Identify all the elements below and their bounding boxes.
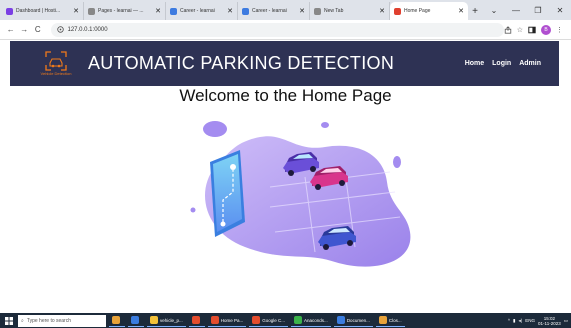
tab-favicon-icon: [6, 7, 13, 15]
taskbar-app[interactable]: Anaconds...: [291, 315, 331, 327]
tab-favicon-icon: [170, 7, 177, 15]
search-placeholder: Type here to search: [26, 317, 72, 324]
tab-title: Dashboard | Hosti...: [16, 8, 61, 14]
system-tray: ^ ▮ ◂) ENG 15:02 01-11-2023 ▭: [508, 316, 571, 326]
tab-search-icon[interactable]: ⌄: [483, 6, 505, 15]
tab-favicon-icon: [394, 7, 401, 15]
notification-icon[interactable]: ▭: [564, 318, 568, 324]
tab-title: New Tab: [324, 8, 344, 14]
browser-tab[interactable]: Career - learnai ✕: [238, 2, 310, 20]
close-icon[interactable]: ✕: [379, 7, 385, 15]
taskbar-app[interactable]: Google C...: [249, 315, 289, 327]
taskbar-app[interactable]: Clos...: [375, 315, 405, 327]
browser-tab[interactable]: Dashboard | Hosti... ✕: [2, 2, 84, 20]
tab-title: Pages - learnai — ...: [98, 8, 144, 14]
site-brand-title: AUTOMATIC PARKING DETECTION: [88, 53, 395, 73]
taskbar-app[interactable]: vehicle_p...: [147, 315, 186, 327]
tab-title: Career - learnai: [180, 8, 215, 14]
minimize-icon[interactable]: —: [505, 6, 527, 15]
chrome-icon: [252, 316, 261, 324]
site-info-icon[interactable]: [56, 26, 64, 33]
browser-tab[interactable]: Pages - learnai — ... ✕: [84, 2, 166, 20]
clock-date: 01-11-2023: [538, 320, 561, 326]
taskbar-app[interactable]: [128, 315, 144, 327]
logo-text: Vehicle Detection: [40, 71, 72, 76]
profile-avatar[interactable]: B: [541, 24, 552, 35]
chrome-icon: [210, 316, 219, 324]
volume-icon[interactable]: ◂): [519, 318, 523, 324]
site-logo[interactable]: Vehicle Detection: [32, 44, 80, 84]
document-icon: [336, 316, 345, 324]
window-controls: ⌄ — ❐ ✕: [483, 0, 571, 20]
app-icon: [112, 316, 120, 324]
close-window-icon[interactable]: ✕: [549, 6, 571, 15]
browser-tab[interactable]: Career - learnai ✕: [166, 2, 238, 20]
url-input[interactable]: 127.0.0.1:0000: [50, 22, 504, 37]
bookmark-star-icon[interactable]: ☆: [517, 26, 523, 34]
menu-dots-icon[interactable]: ⋮: [556, 26, 563, 34]
nav-link-home[interactable]: Home: [465, 60, 484, 67]
url-text: 127.0.0.1:0000: [67, 26, 108, 33]
forward-icon[interactable]: →: [18, 25, 32, 34]
browser-tab[interactable]: New Tab ✕: [310, 2, 390, 20]
taskbar-app[interactable]: [109, 315, 125, 327]
chevron-up-icon[interactable]: ^: [508, 318, 510, 323]
car-scan-icon: [45, 51, 67, 71]
sidebar-icon[interactable]: [528, 26, 536, 34]
windows-start-icon[interactable]: [3, 315, 15, 327]
close-icon[interactable]: ✕: [458, 7, 464, 15]
network-icon[interactable]: ▮: [513, 318, 515, 324]
terminal-icon: [294, 316, 303, 324]
browser-tab-active[interactable]: Home Page ✕: [390, 2, 468, 20]
chrome-icon: [191, 316, 200, 324]
taskbar-search-input[interactable]: ⌕ Type here to search: [18, 314, 106, 327]
page-title: Welcome to the Home Page: [179, 86, 392, 105]
close-icon[interactable]: ✕: [227, 7, 233, 15]
phone-map-icon: [210, 150, 245, 237]
tab-title: Career - learnai: [252, 8, 287, 14]
toolbar-actions: ☆ B ⋮: [504, 24, 567, 35]
search-icon: ⌕: [21, 317, 24, 324]
new-tab-button[interactable]: +: [468, 2, 482, 20]
close-icon[interactable]: ✕: [155, 7, 161, 15]
close-icon[interactable]: ✕: [73, 7, 79, 15]
share-icon[interactable]: [504, 25, 512, 34]
app-icon: [378, 316, 387, 324]
taskbar-app[interactable]: Home Pa...: [207, 315, 247, 327]
main-nav: Home Login Admin: [465, 60, 541, 67]
nav-link-login[interactable]: Login: [492, 60, 511, 67]
tab-favicon-icon: [314, 7, 321, 15]
address-bar: ← → C 127.0.0.1:0000 ☆ B ⋮: [0, 20, 571, 40]
language-indicator[interactable]: ENG: [525, 318, 535, 323]
site-header: Vehicle Detection AUTOMATIC PARKING DETE…: [10, 41, 559, 86]
back-icon[interactable]: ←: [4, 25, 18, 34]
folder-icon: [150, 316, 158, 324]
close-icon[interactable]: ✕: [299, 7, 305, 15]
nav-link-admin[interactable]: Admin: [519, 60, 541, 67]
app-icon: [131, 316, 139, 324]
tab-favicon-icon: [242, 7, 249, 15]
decor-blob: [393, 156, 401, 168]
maximize-icon[interactable]: ❐: [527, 6, 549, 15]
decor-blob: [321, 122, 329, 128]
clock[interactable]: 15:02 01-11-2023: [538, 316, 561, 326]
reload-icon[interactable]: C: [31, 25, 45, 34]
taskbar: ⌕ Type here to search vehicle_p... Home …: [0, 313, 571, 328]
decor-blob: [190, 207, 196, 213]
tab-favicon-icon: [88, 7, 95, 15]
decor-blob: [203, 121, 227, 137]
taskbar-app[interactable]: [188, 315, 205, 327]
parking-illustration: [190, 121, 411, 267]
taskbar-app[interactable]: Documen...: [333, 315, 373, 327]
tab-title: Home Page: [404, 8, 431, 14]
